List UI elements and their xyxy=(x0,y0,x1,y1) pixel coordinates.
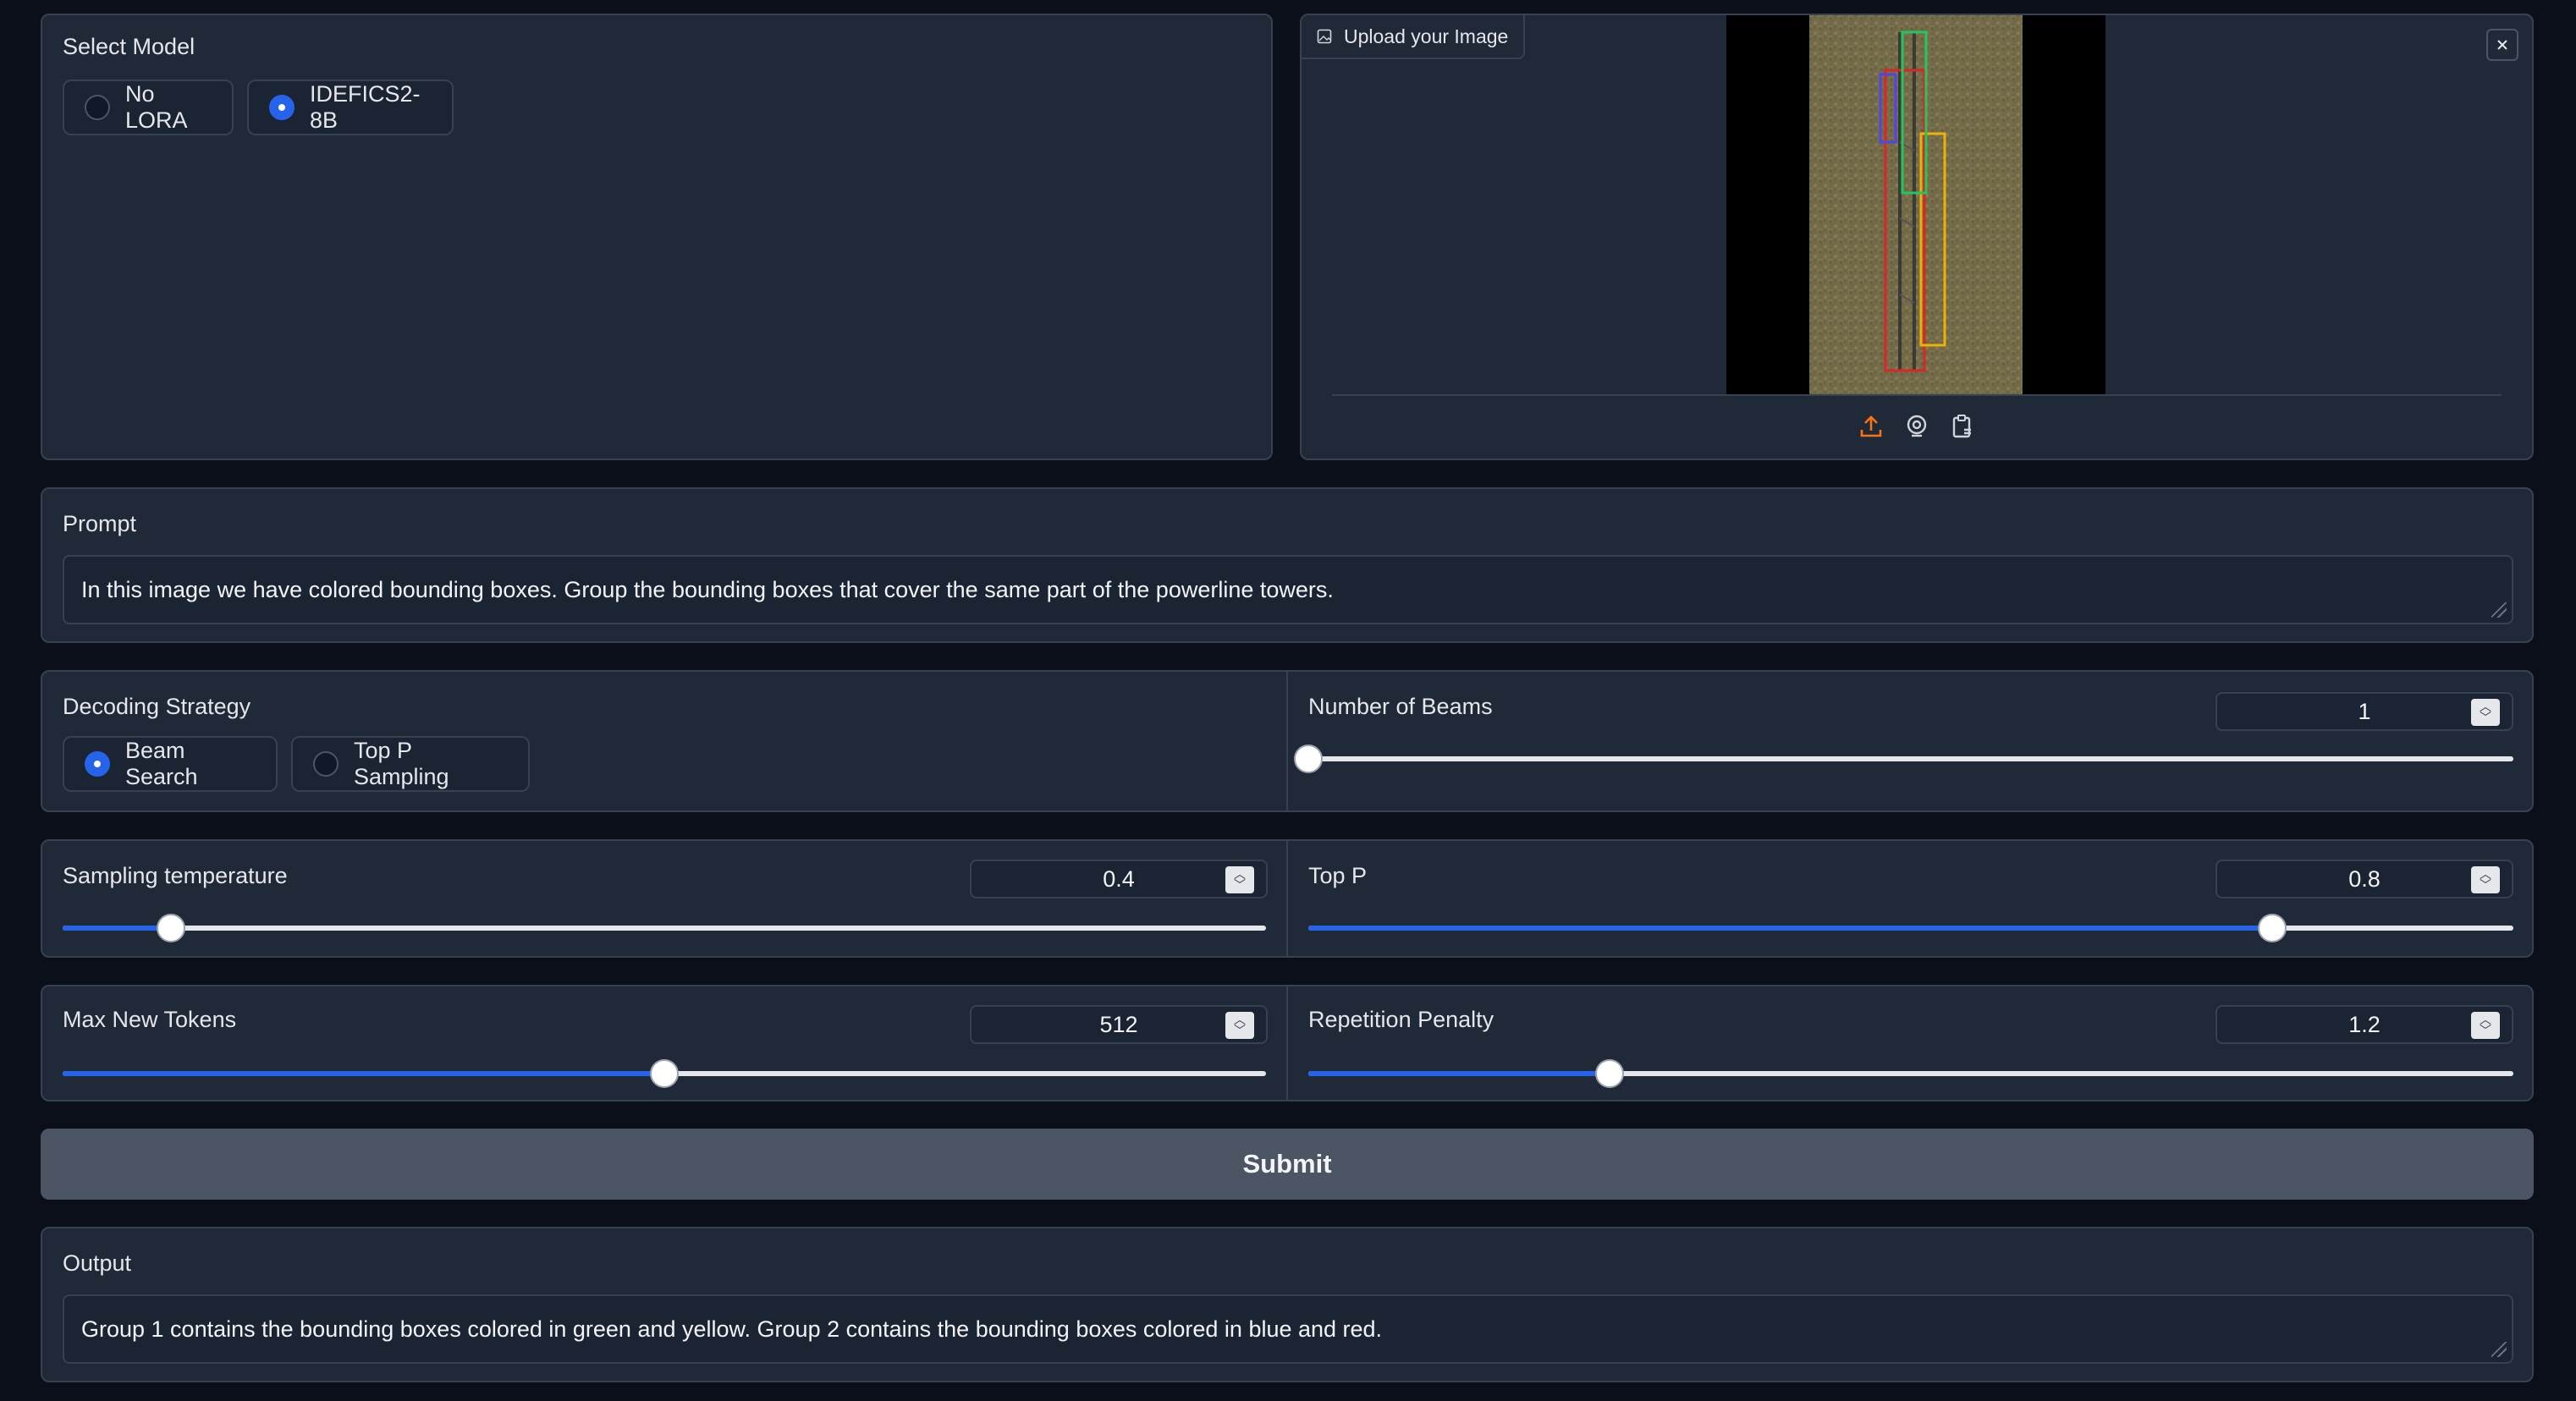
repetition-penalty-slider[interactable] xyxy=(1308,1059,2513,1088)
output-text: Group 1 contains the bounding boxes colo… xyxy=(81,1316,1383,1342)
top-p-label: Top P xyxy=(1308,863,1368,888)
spinner-icon[interactable]: ︿ ﹀ xyxy=(1225,866,1254,893)
resize-handle-icon[interactable] xyxy=(2491,602,2507,618)
model-option-label: IDEFICS2-8B xyxy=(310,81,421,133)
spinner-icon[interactable]: ︿ ﹀ xyxy=(2471,866,2500,893)
slider-thumb[interactable] xyxy=(156,914,185,942)
submit-button[interactable]: Submit xyxy=(41,1129,2534,1200)
num-beams-input[interactable]: 1 ︿ ﹀ xyxy=(2215,692,2513,731)
prompt-label: Prompt xyxy=(63,511,137,536)
repetition-penalty-input[interactable]: 1.2 ︿ ﹀ xyxy=(2215,1005,2513,1044)
webcam-icon[interactable] xyxy=(1903,413,1930,440)
slider-thumb[interactable] xyxy=(1294,744,1323,773)
powerline-photo xyxy=(1809,15,2023,394)
radio-unchecked-icon xyxy=(313,751,339,777)
radio-checked-icon xyxy=(85,751,110,777)
top-p-slider[interactable] xyxy=(1308,914,2513,942)
model-option-idefics2[interactable]: IDEFICS2-8B xyxy=(247,80,454,135)
image-icon xyxy=(1317,29,1332,44)
slider-fill xyxy=(1308,1071,1610,1076)
model-option-label: No LORA xyxy=(125,81,188,133)
decoding-option-beam-search[interactable]: Beam Search xyxy=(63,736,278,792)
top-p-value: 0.8 xyxy=(2348,865,2381,892)
image-panel[interactable]: Upload your Image xyxy=(1300,14,2534,460)
upload-icon[interactable] xyxy=(1858,413,1885,440)
output-panel: Output Group 1 contains the bounding box… xyxy=(41,1227,2534,1382)
slider-fill xyxy=(1308,926,2273,931)
num-beams-label: Number of Beams xyxy=(1308,694,1493,719)
decoding-option-label: Top P Sampling xyxy=(354,738,449,789)
radio-unchecked-icon xyxy=(85,95,110,120)
num-beams-slider[interactable] xyxy=(1294,744,2513,773)
column-divider xyxy=(1286,672,1288,810)
radio-checked-icon xyxy=(269,95,294,120)
image-source-toolbar xyxy=(1302,413,2532,440)
decoding-option-label: Beam Search xyxy=(125,738,198,789)
max-new-tokens-input[interactable]: 512 ︿ ﹀ xyxy=(970,1005,1268,1044)
top-p-input[interactable]: 0.8 ︿ ﹀ xyxy=(2215,860,2513,898)
image-preview xyxy=(1726,15,2105,394)
max-new-tokens-value: 512 xyxy=(1099,1011,1138,1037)
image-divider xyxy=(1332,394,2502,396)
decoding-label: Decoding Strategy xyxy=(63,694,251,719)
decoding-option-top-p[interactable]: Top P Sampling xyxy=(291,736,530,792)
max-new-tokens-slider[interactable] xyxy=(63,1059,1266,1088)
model-option-no-lora[interactable]: No LORA xyxy=(63,80,234,135)
tokens-penalty-row: Max New Tokens 512 ︿ ﹀ Repetition Penalty… xyxy=(41,985,2534,1102)
temperature-topp-row: Sampling temperature 0.4 ︿ ﹀ Top P 0.8 ︿ ﹀ xyxy=(41,839,2534,958)
num-beams-value: 1 xyxy=(2358,698,2371,724)
slider-thumb[interactable] xyxy=(1595,1059,1624,1088)
resize-handle-icon[interactable] xyxy=(2491,1342,2507,1357)
slider-fill xyxy=(63,926,171,931)
slider-fill xyxy=(63,1071,664,1076)
close-icon xyxy=(2497,40,2507,50)
submit-label: Submit xyxy=(1242,1149,1332,1178)
prompt-input[interactable]: In this image we have colored bounding b… xyxy=(63,555,2513,624)
temperature-input[interactable]: 0.4 ︿ ﹀ xyxy=(970,860,1268,898)
clear-image-button[interactable] xyxy=(2486,29,2518,61)
repetition-penalty-value: 1.2 xyxy=(2348,1011,2381,1037)
slider-thumb[interactable] xyxy=(650,1059,679,1088)
prompt-panel: Prompt In this image we have colored bou… xyxy=(41,487,2534,643)
temperature-label: Sampling temperature xyxy=(63,863,288,888)
model-panel: Select Model No LORA IDEFICS2-8B xyxy=(41,14,1273,460)
upload-label: Upload your Image xyxy=(1344,25,1509,47)
prompt-text: In this image we have colored bounding b… xyxy=(81,576,1334,602)
decoding-row: Decoding Strategy Beam Search Top P Samp… xyxy=(41,670,2534,812)
repetition-penalty-label: Repetition Penalty xyxy=(1308,1007,1494,1032)
model-label: Select Model xyxy=(63,34,195,59)
clipboard-icon[interactable] xyxy=(1949,413,1976,440)
max-new-tokens-label: Max New Tokens xyxy=(63,1007,237,1032)
spinner-icon[interactable]: ︿ ﹀ xyxy=(1225,1012,1254,1039)
upload-badge: Upload your Image xyxy=(1302,15,1526,59)
temperature-value: 0.4 xyxy=(1103,865,1135,892)
spinner-icon[interactable]: ︿ ﹀ xyxy=(2471,699,2500,726)
slider-thumb[interactable] xyxy=(2258,914,2287,942)
column-divider xyxy=(1286,841,1288,956)
column-divider xyxy=(1286,986,1288,1100)
spinner-icon[interactable]: ︿ ﹀ xyxy=(2471,1012,2500,1039)
output-label: Output xyxy=(63,1250,132,1276)
temperature-slider[interactable] xyxy=(63,914,1266,942)
output-textbox[interactable]: Group 1 contains the bounding boxes colo… xyxy=(63,1294,2513,1364)
